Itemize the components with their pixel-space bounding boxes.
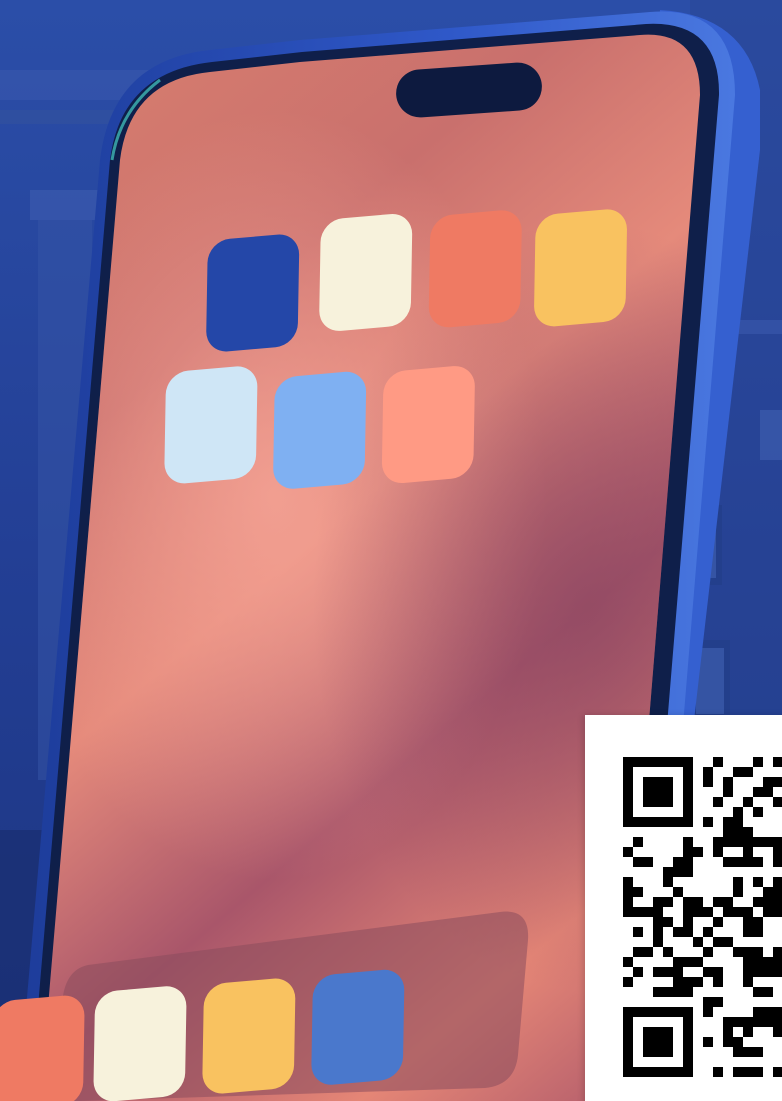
app-icon-peach[interactable]	[381, 364, 476, 485]
qr-code-icon[interactable]	[623, 757, 782, 1077]
app-icon-yellow[interactable]	[534, 208, 628, 329]
app-icon-sky-blue[interactable]	[273, 370, 367, 491]
app-icon-pale-blue[interactable]	[164, 365, 258, 486]
promo-scene	[0, 0, 782, 1101]
dock-icon-coral[interactable]	[0, 994, 85, 1101]
app-icon-cream[interactable]	[319, 212, 413, 333]
dock-icon-cream[interactable]	[93, 984, 187, 1101]
app-icon-coral[interactable]	[428, 209, 522, 330]
qr-panel	[585, 715, 782, 1101]
dock-icon-yellow[interactable]	[202, 977, 296, 1096]
app-icon-blue[interactable]	[206, 233, 300, 354]
dynamic-island	[396, 62, 542, 118]
dock-icon-blue[interactable]	[311, 968, 405, 1087]
